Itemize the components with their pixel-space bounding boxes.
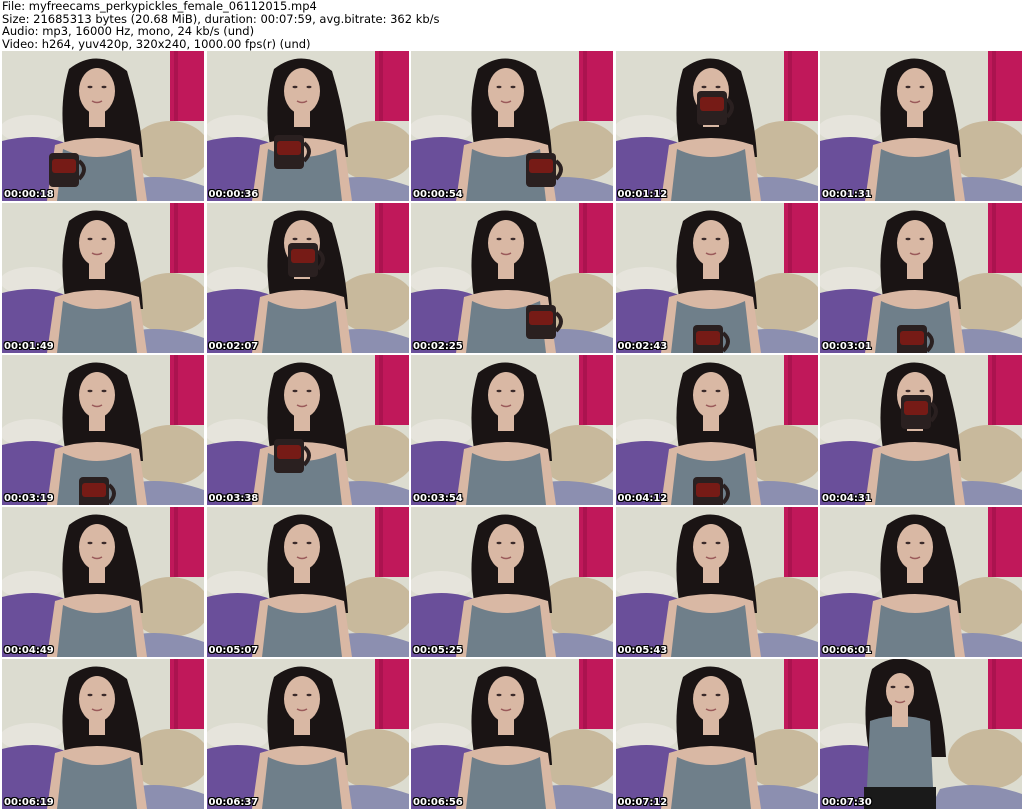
thumbnail-frame-image	[820, 659, 1022, 809]
thumbnail-frame-image	[820, 507, 1022, 657]
thumbnail-timestamp: 00:00:54	[413, 189, 463, 200]
thumbnail-timestamp: 00:07:12	[617, 797, 668, 808]
thumbnail-frame-image	[615, 507, 818, 657]
file-name-line: File: myfreecams_perkypickles_female_061…	[2, 0, 317, 13]
file-info-header: File: myfreecams_perkypickles_female_061…	[2, 0, 1022, 50]
thumbnail-frame-image	[2, 507, 204, 657]
thumbnail-timestamp: 00:01:12	[617, 189, 668, 200]
thumbnail-frame-image	[615, 659, 818, 809]
thumbnail-timestamp: 00:06:56	[413, 797, 463, 808]
audio-info-line: Audio: mp3, 16000 Hz, mono, 24 kb/s (und…	[2, 24, 255, 38]
thumbnail-timestamp: 00:06:19	[4, 797, 54, 808]
video-thumbnail: 00:01:12	[615, 51, 818, 201]
video-thumbnail: 00:06:56	[411, 659, 613, 809]
thumbnail-timestamp: 00:07:30	[822, 797, 872, 808]
video-thumbnail: 00:02:07	[206, 203, 409, 353]
video-thumbnail: 00:03:19	[2, 355, 204, 505]
thumbnail-timestamp: 00:04:31	[822, 493, 872, 504]
thumbnail-frame-image	[820, 203, 1022, 353]
thumbnail-timestamp: 00:03:38	[208, 493, 259, 504]
thumbnail-timestamp: 00:06:01	[822, 645, 872, 656]
video-thumbnail: 00:07:12	[615, 659, 818, 809]
thumbnail-frame-image	[206, 507, 409, 657]
video-thumbnail: 00:03:54	[411, 355, 613, 505]
video-thumbnail: 00:03:01	[820, 203, 1022, 353]
video-thumbnail: 00:05:25	[411, 507, 613, 657]
thumbnail-frame-image	[2, 203, 204, 353]
thumbnail-frame-image	[820, 355, 1022, 505]
thumbnail-frame-image	[411, 203, 613, 353]
video-thumbnail: 00:06:37	[206, 659, 409, 809]
thumbnail-timestamp: 00:06:37	[208, 797, 259, 808]
thumbnail-timestamp: 00:02:25	[413, 341, 463, 352]
thumbnail-timestamp: 00:00:36	[208, 189, 259, 200]
video-thumbnail: 00:04:49	[2, 507, 204, 657]
video-thumbnail: 00:05:07	[206, 507, 409, 657]
video-thumbnail: 00:01:49	[2, 203, 204, 353]
thumbnail-timestamp: 00:04:49	[4, 645, 54, 656]
thumbnail-timestamp: 00:05:43	[617, 645, 668, 656]
thumbnail-grid: 00:00:18 00:00:36 00:00:54 00:01:12 00:01:31…	[0, 51, 1024, 811]
thumbnail-timestamp: 00:01:49	[4, 341, 54, 352]
video-thumbnail: 00:07:30	[820, 659, 1022, 809]
thumbnail-frame-image	[206, 659, 409, 809]
thumbnail-timestamp: 00:05:07	[208, 645, 259, 656]
video-thumbnail: 00:04:31	[820, 355, 1022, 505]
thumbnail-frame-image	[2, 355, 204, 505]
video-thumbnail: 00:06:01	[820, 507, 1022, 657]
video-thumbnail: 00:03:38	[206, 355, 409, 505]
thumbnail-frame-image	[411, 659, 613, 809]
thumbnail-frame-image	[206, 203, 409, 353]
video-thumbnail: 00:00:54	[411, 51, 613, 201]
thumbnail-frame-image	[615, 355, 818, 505]
thumbnail-frame-image	[615, 51, 818, 201]
thumbnail-frame-image	[411, 507, 613, 657]
thumbnail-timestamp: 00:02:43	[617, 341, 668, 352]
thumbnail-frame-image	[206, 51, 409, 201]
video-info-line: Video: h264, yuv420p, 320x240, 1000.00 f…	[2, 36, 311, 51]
thumbnail-timestamp: 00:03:01	[822, 341, 872, 352]
thumbnail-frame-image	[615, 203, 818, 353]
video-thumbnail: 00:04:12	[615, 355, 818, 505]
thumbnail-frame-image	[2, 659, 204, 809]
thumbnail-frame-image	[206, 355, 409, 505]
video-thumbnail: 00:00:18	[2, 51, 204, 201]
thumbnail-frame-image	[820, 51, 1022, 201]
thumbnail-frame-image	[411, 355, 613, 505]
video-thumbnail: 00:00:36	[206, 51, 409, 201]
thumbnail-timestamp: 00:02:07	[208, 341, 259, 352]
video-thumbnail: 00:05:43	[615, 507, 818, 657]
thumbnail-frame-image	[411, 51, 613, 201]
video-thumbnail: 00:06:19	[2, 659, 204, 809]
video-thumbnail: 00:02:25	[411, 203, 613, 353]
thumbnail-frame-image	[2, 51, 204, 201]
thumbnail-timestamp: 00:04:12	[617, 493, 668, 504]
video-thumbnail: 00:01:31	[820, 51, 1022, 201]
video-thumbnail: 00:02:43	[615, 203, 818, 353]
thumbnail-timestamp: 00:00:18	[4, 189, 54, 200]
thumbnail-timestamp: 00:01:31	[822, 189, 872, 200]
thumbnail-timestamp: 00:05:25	[413, 645, 463, 656]
thumbnail-timestamp: 00:03:19	[4, 493, 54, 504]
thumbnail-timestamp: 00:03:54	[413, 493, 463, 504]
